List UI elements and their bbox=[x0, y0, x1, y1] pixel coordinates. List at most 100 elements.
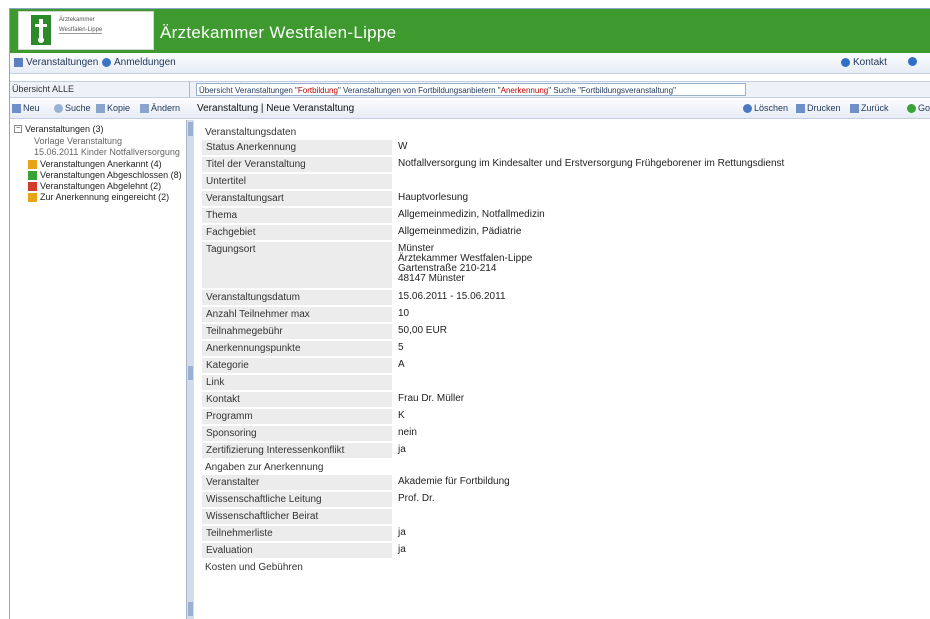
list-icon bbox=[14, 58, 23, 67]
field-label: Anerkennungspunkte bbox=[202, 341, 392, 358]
field-label: Tagungsort bbox=[202, 242, 392, 290]
copy-button[interactable]: Kopie bbox=[96, 103, 130, 113]
field-value: Allgemeinmedizin, Pädiatrie bbox=[398, 226, 522, 237]
button-label: Drucken bbox=[807, 103, 841, 113]
tree-item[interactable]: Vorlage Veranstaltung bbox=[34, 136, 122, 146]
field-label: Programm bbox=[202, 409, 392, 426]
collapse-icon[interactable]: − bbox=[14, 125, 22, 133]
form-row: Zertifizierung Interessenkonflikt ja bbox=[202, 443, 930, 460]
logo-text-line2: Westfalen-Lippe bbox=[59, 27, 103, 34]
menu-item-label: Anmeldungen bbox=[114, 57, 176, 68]
menu-item-veranstaltungen[interactable]: Veranstaltungen bbox=[14, 57, 98, 68]
section-heading: Veranstaltungsdaten bbox=[205, 127, 297, 138]
app-title: Ärztekammer Westfalen-Lippe bbox=[160, 23, 397, 42]
scrollbar-thumb-middle[interactable] bbox=[188, 366, 193, 380]
form-row: Untertitel bbox=[202, 174, 930, 191]
tree-folder[interactable]: Zur Anerkennung eingereicht (2) bbox=[28, 192, 169, 202]
breadcrumb-part-highlight: Fortbildung bbox=[297, 86, 338, 95]
field-label: Anzahl Teilnehmer max bbox=[202, 307, 392, 324]
tab-veranstaltung[interactable]: Veranstaltung | Neue Veranstaltung bbox=[197, 103, 354, 114]
breadcrumb-bar: Übersicht ALLE Übersicht Veranstaltungen… bbox=[10, 81, 930, 98]
tree-root[interactable]: − Veranstaltungen (3) bbox=[14, 124, 104, 134]
breadcrumb-left[interactable]: Übersicht ALLE bbox=[10, 82, 190, 97]
menu-item-kontakt[interactable]: Kontakt bbox=[841, 57, 887, 68]
edit-icon bbox=[140, 103, 149, 113]
button-label: Neu bbox=[23, 103, 40, 113]
back-button[interactable]: Zurück bbox=[850, 103, 889, 113]
form-row: Wissenschaftliche Leitung Prof. Dr. bbox=[202, 492, 930, 509]
new-icon bbox=[12, 103, 21, 113]
form-row: Evaluation ja bbox=[202, 543, 930, 560]
button-label: Löschen bbox=[754, 103, 789, 113]
menu-item-anmeldungen[interactable]: Anmeldungen bbox=[102, 57, 176, 68]
menu-overflow[interactable] bbox=[908, 57, 917, 66]
tree-folder-label: Veranstaltungen Abgelehnt (2) bbox=[40, 181, 162, 191]
form-row: Tagungsort Münster Ärztekammer Westfalen-… bbox=[202, 242, 930, 290]
field-value: Notfallversorgung im Kindesalter und Ers… bbox=[398, 158, 785, 169]
button-label: Suche bbox=[65, 103, 91, 113]
field-label: Wissenschaftliche Leitung bbox=[202, 492, 392, 509]
tree-folder[interactable]: Veranstaltungen Abgelehnt (2) bbox=[28, 181, 161, 191]
field-label: Sponsoring bbox=[202, 426, 392, 443]
field-label: Kategorie bbox=[202, 358, 392, 375]
section-heading: Angaben zur Anerkennung bbox=[205, 462, 324, 473]
form-row: Kategorie A bbox=[202, 358, 930, 375]
field-label: Evaluation bbox=[202, 543, 392, 560]
field-value: 5 bbox=[398, 342, 404, 353]
breadcrumb-part: " Suche "Fortbildungsveranstaltung" bbox=[548, 86, 676, 95]
form-row: Kontakt Frau Dr. Müller bbox=[202, 392, 930, 409]
breadcrumb[interactable]: Übersicht Veranstaltungen "Fortbildung" … bbox=[196, 83, 746, 96]
field-label: Teilnehmerliste bbox=[202, 526, 392, 543]
print-icon bbox=[796, 103, 805, 113]
field-label: Fachgebiet bbox=[202, 225, 392, 242]
field-label: Untertitel bbox=[202, 174, 392, 191]
form-row: Anzahl Teilnehmer max 10 bbox=[202, 307, 930, 324]
field-label: Kontakt bbox=[202, 392, 392, 409]
field-value: A bbox=[398, 359, 405, 370]
form-row: Veranstaltungsdatum 15.06.2011 - 15.06.20… bbox=[202, 290, 930, 307]
tree-folder[interactable]: Veranstaltungen Anerkannt (4) bbox=[28, 159, 162, 169]
menubar: Veranstaltungen Anmeldungen Kontakt bbox=[10, 54, 930, 74]
menu-item-label: Kontakt bbox=[853, 57, 887, 68]
field-label: Status Anerkennung bbox=[202, 140, 392, 157]
field-label: Veranstaltungsdatum bbox=[202, 290, 392, 307]
form-row: Veranstalter Akademie für Fortbildung bbox=[202, 475, 930, 492]
app-header: Ärztekammer Westfalen-Lippe Ärztekammer … bbox=[10, 9, 930, 53]
folder-icon bbox=[28, 159, 37, 169]
field-value: ja bbox=[398, 544, 406, 555]
go-button[interactable]: Go bbox=[907, 103, 930, 113]
field-label: Teilnahmegebühr bbox=[202, 324, 392, 341]
field-value: Akademie für Fortbildung bbox=[398, 476, 510, 487]
form-row: Sponsoring nein bbox=[202, 426, 930, 443]
go-icon bbox=[907, 103, 916, 113]
new-button[interactable]: Neu bbox=[12, 103, 40, 113]
scrollbar-thumb-bottom[interactable] bbox=[188, 602, 193, 616]
print-button[interactable]: Drucken bbox=[796, 103, 841, 113]
delete-button[interactable]: Löschen bbox=[743, 103, 788, 113]
form-row: Wissenschaftlicher Beirat bbox=[202, 509, 930, 526]
delete-icon bbox=[743, 103, 752, 113]
folder-icon bbox=[28, 170, 37, 180]
people-icon bbox=[102, 58, 111, 67]
edit-button[interactable]: Ändern bbox=[140, 103, 180, 113]
logo: Ärztekammer Westfalen-Lippe bbox=[18, 11, 154, 50]
tree-folder[interactable]: Veranstaltungen Abgeschlossen (8) bbox=[28, 170, 182, 180]
form-row: Programm K bbox=[202, 409, 930, 426]
tree-folder-label: Veranstaltungen Abgeschlossen (8) bbox=[40, 170, 182, 180]
form-row: Teilnehmerliste ja bbox=[202, 526, 930, 543]
help-icon bbox=[841, 58, 850, 67]
button-label: Ändern bbox=[151, 103, 181, 113]
scrollbar-thumb-top[interactable] bbox=[188, 122, 193, 136]
field-value: 50,00 EUR bbox=[398, 325, 447, 336]
breadcrumb-part-highlight: Anerkennung bbox=[500, 86, 549, 95]
field-label: Zertifizierung Interessenkonflikt bbox=[202, 443, 392, 460]
search-icon bbox=[54, 103, 63, 113]
search-button[interactable]: Suche bbox=[54, 103, 91, 113]
form-row: Teilnahmegebühr 50,00 EUR bbox=[202, 324, 930, 341]
tree-item-label: 15.06.2011 Kinder Notfallversorgung bbox=[34, 147, 180, 157]
tree-item[interactable]: 15.06.2011 Kinder Notfallversorgung bbox=[34, 147, 180, 157]
splitter-scrollbar[interactable] bbox=[186, 120, 194, 619]
field-value: ja bbox=[398, 444, 406, 455]
field-label: Veranstalter bbox=[202, 475, 392, 492]
field-label: Link bbox=[202, 375, 392, 392]
